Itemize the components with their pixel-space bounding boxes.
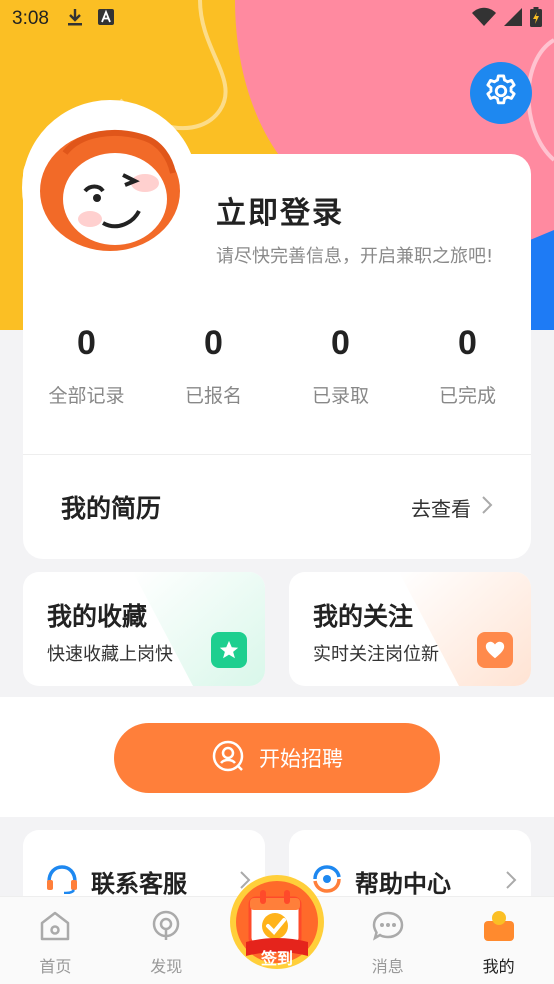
stat-label: 已录取: [311, 385, 369, 407]
resume-action-label: 去查看: [411, 496, 471, 521]
help-center-label: 帮助中心: [355, 870, 451, 898]
battery-icon: [530, 7, 542, 31]
nav-discover[interactable]: 发现: [111, 897, 222, 984]
message-icon: [371, 909, 405, 947]
checkin-label: 签到: [260, 949, 293, 968]
checkin-button[interactable]: 签到: [228, 872, 326, 972]
start-recruiting-button[interactable]: 开始招聘: [114, 723, 440, 793]
login-title[interactable]: 立即登录: [216, 188, 344, 232]
status-bar: 3:08: [0, 0, 554, 38]
wifi-icon: [472, 7, 496, 31]
stats-row: 0 全部记录 0 已报名 0 已录取 0 已完成: [23, 324, 531, 408]
recruit-search-icon: [211, 739, 245, 778]
download-icon: [67, 7, 83, 31]
login-subtitle: 请尽快完善信息，开启兼职之旅吧!: [216, 246, 494, 267]
stat-applied[interactable]: 0 已报名: [150, 324, 277, 408]
stat-value: 0: [331, 324, 350, 362]
favorites-subtitle: 快速收藏上岗快: [47, 644, 173, 665]
favorites-card[interactable]: 我的收藏 快速收藏上岗快: [23, 572, 265, 686]
status-time: 3:08: [12, 8, 49, 29]
profile-icon: [482, 909, 516, 947]
discover-icon: [149, 909, 183, 947]
home-icon: [38, 909, 72, 947]
avatar[interactable]: [22, 100, 198, 276]
follows-subtitle: 实时关注岗位新: [313, 644, 439, 665]
nav-home[interactable]: 首页: [0, 897, 111, 984]
stat-label: 全部记录: [48, 385, 125, 407]
chevron-right-icon: [481, 495, 493, 520]
nav-label: 我的: [482, 957, 515, 976]
stat-value: 0: [77, 324, 96, 362]
stat-value: 0: [204, 324, 223, 362]
follows-card[interactable]: 我的关注 实时关注岗位新: [289, 572, 531, 686]
stat-completed[interactable]: 0 已完成: [404, 324, 531, 408]
nav-label: 发现: [150, 957, 183, 976]
stat-label: 已完成: [438, 385, 496, 407]
follows-title: 我的关注: [313, 602, 414, 631]
stat-value: 0: [458, 324, 477, 362]
stat-all-records[interactable]: 0 全部记录: [23, 324, 150, 408]
resume-row[interactable]: 我的简历 去查看: [23, 455, 531, 559]
favorites-title: 我的收藏: [47, 602, 148, 631]
gear-icon: [482, 72, 520, 114]
customer-service-label: 联系客服: [91, 870, 187, 898]
star-icon: [211, 632, 247, 668]
headset-icon: [45, 864, 79, 898]
heart-icon: [477, 632, 513, 668]
resume-title: 我的简历: [61, 494, 162, 523]
settings-button[interactable]: [470, 62, 532, 124]
stat-hired[interactable]: 0 已录取: [277, 324, 404, 408]
nav-messages[interactable]: 消息: [332, 897, 443, 984]
resume-view-link[interactable]: 去查看: [411, 493, 493, 522]
recruit-label: 开始招聘: [259, 747, 343, 771]
mascot-avatar-icon: [40, 130, 180, 251]
nav-label: 消息: [371, 957, 404, 976]
stat-label: 已报名: [184, 385, 242, 407]
nav-profile[interactable]: 我的: [443, 897, 554, 984]
signal-icon: [504, 8, 522, 30]
notification-app-icon: [97, 8, 115, 30]
chevron-right-icon: [505, 870, 517, 894]
nav-label: 首页: [39, 957, 72, 976]
